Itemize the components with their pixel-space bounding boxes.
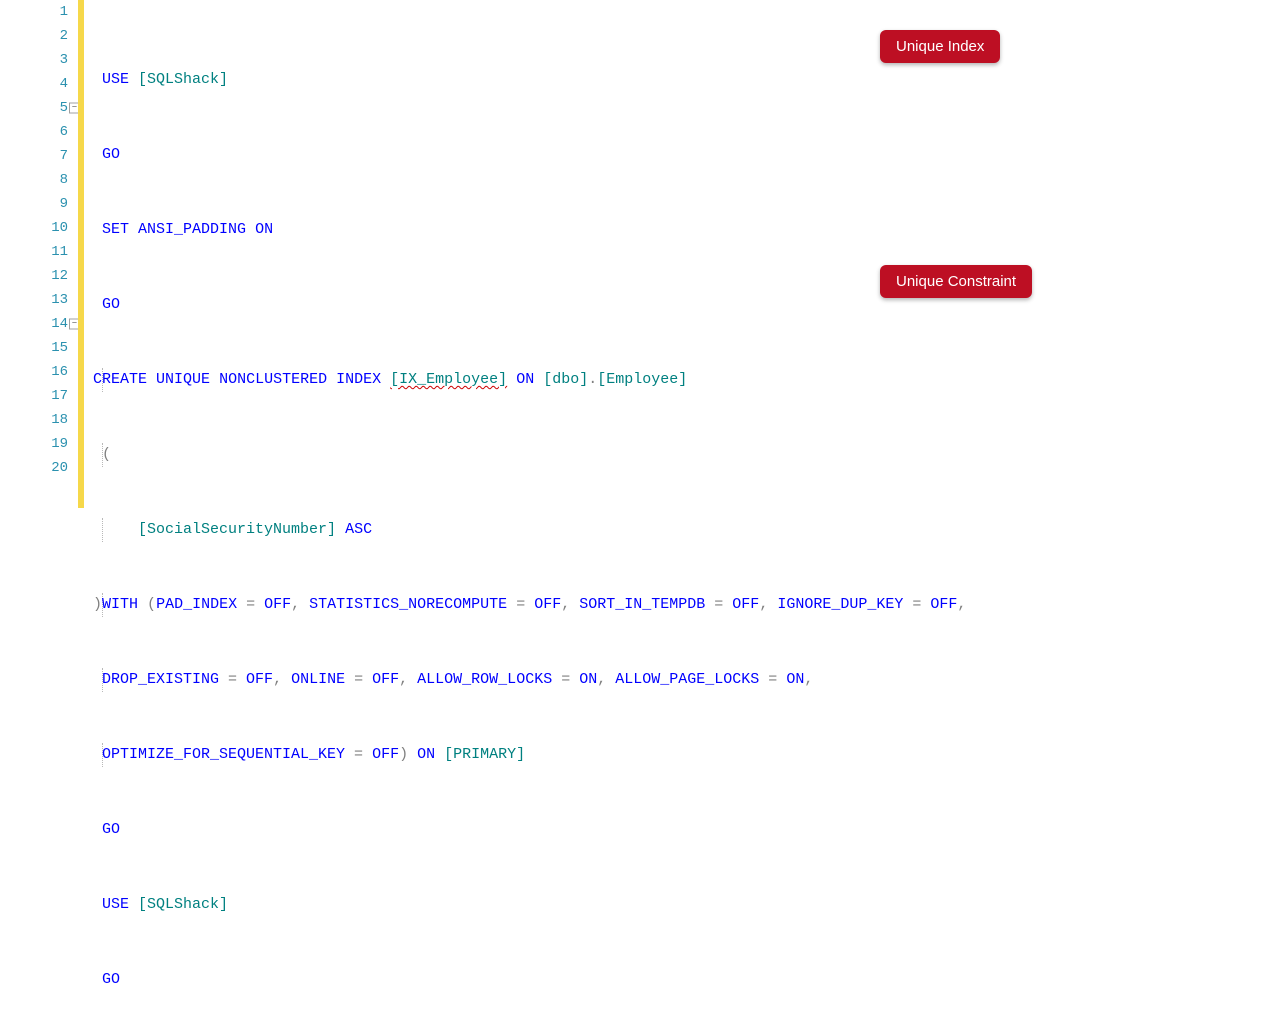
- code-line[interactable]: GO: [84, 143, 1281, 167]
- line-number: 9: [60, 196, 68, 212]
- line-number: 16: [51, 364, 68, 380]
- code-area[interactable]: USE [SQLShack] GO SET ANSI_PADDING ON GO…: [84, 0, 1281, 1016]
- line-number: 4: [60, 76, 68, 92]
- keyword: GO: [102, 821, 120, 838]
- callout-label: Unique Index: [896, 38, 984, 55]
- line-number: 5: [60, 100, 68, 116]
- keyword: OFF: [246, 671, 273, 688]
- line-number: 20: [51, 460, 68, 476]
- keyword: ANSI_PADDING: [138, 221, 246, 238]
- line-number: 13: [51, 292, 68, 308]
- keyword: STATISTICS_NORECOMPUTE: [309, 596, 507, 613]
- keyword: ON: [255, 221, 273, 238]
- keyword: ALLOW_PAGE_LOCKS: [615, 671, 759, 688]
- keyword: NONCLUSTERED: [219, 371, 327, 388]
- keyword: GO: [102, 971, 120, 988]
- line-number: 17: [51, 388, 68, 404]
- line-number: 15: [51, 340, 68, 356]
- identifier: [SocialSecurityNumber]: [138, 521, 336, 538]
- keyword: CREATE: [93, 371, 147, 388]
- code-editor[interactable]: 1 2 3 4 5 − 6 7 8 9 10 11 12 13 14 − 15 …: [0, 0, 1281, 508]
- identifier: [SQLShack]: [138, 71, 228, 88]
- line-number: 8: [60, 172, 68, 188]
- line-number: 19: [51, 436, 68, 452]
- keyword: OFF: [732, 596, 759, 613]
- line-number-gutter: 1 2 3 4 5 − 6 7 8 9 10 11 12 13 14 − 15 …: [0, 0, 79, 508]
- code-line[interactable]: GO: [84, 968, 1281, 992]
- code-line[interactable]: (: [84, 443, 1281, 467]
- keyword: ON: [579, 671, 597, 688]
- identifier: [SQLShack]: [138, 896, 228, 913]
- code-line[interactable]: CREATE UNIQUE NONCLUSTERED INDEX [IX_Emp…: [84, 368, 1281, 392]
- keyword: ASC: [345, 521, 372, 538]
- code-line[interactable]: SET ANSI_PADDING ON: [84, 218, 1281, 242]
- line-number: 3: [60, 52, 68, 68]
- line-number: 10: [51, 220, 68, 236]
- identifier: [Employee]: [597, 371, 687, 388]
- callout-unique-index: Unique Index: [880, 30, 1000, 63]
- keyword: USE: [102, 71, 129, 88]
- callout-label: Unique Constraint: [896, 273, 1016, 290]
- keyword: OFF: [372, 746, 399, 763]
- keyword: ON: [417, 746, 435, 763]
- keyword: OFF: [372, 671, 399, 688]
- keyword: UNIQUE: [156, 371, 210, 388]
- keyword: OFF: [930, 596, 957, 613]
- keyword: DROP_EXISTING: [102, 671, 219, 688]
- code-line[interactable]: GO: [84, 818, 1281, 842]
- identifier: [PRIMARY]: [444, 746, 525, 763]
- code-line[interactable]: [SocialSecurityNumber] ASC: [84, 518, 1281, 542]
- keyword: USE: [102, 896, 129, 913]
- keyword: INDEX: [336, 371, 381, 388]
- line-number: 12: [51, 268, 68, 284]
- paren: ): [93, 596, 102, 613]
- code-line[interactable]: OPTIMIZE_FOR_SEQUENTIAL_KEY = OFF) ON [P…: [84, 743, 1281, 767]
- keyword: IGNORE_DUP_KEY: [777, 596, 903, 613]
- keyword: SORT_IN_TEMPDB: [579, 596, 705, 613]
- line-number: 7: [60, 148, 68, 164]
- keyword: SET: [102, 221, 129, 238]
- keyword: PAD_INDEX: [156, 596, 237, 613]
- keyword: ON: [786, 671, 804, 688]
- line-number: 18: [51, 412, 68, 428]
- line-number: 1: [60, 4, 68, 20]
- line-number: 14: [51, 316, 68, 332]
- identifier: [dbo]: [543, 371, 588, 388]
- keyword: ON: [516, 371, 534, 388]
- keyword: WITH: [102, 596, 138, 613]
- keyword: GO: [102, 146, 120, 163]
- keyword: ALLOW_ROW_LOCKS: [417, 671, 552, 688]
- identifier: [IX_Employee]: [390, 371, 507, 388]
- code-line[interactable]: USE [SQLShack]: [84, 68, 1281, 92]
- code-line[interactable]: USE [SQLShack]: [84, 893, 1281, 917]
- keyword: OPTIMIZE_FOR_SEQUENTIAL_KEY: [102, 746, 345, 763]
- line-number: 6: [60, 124, 68, 140]
- keyword: ONLINE: [291, 671, 345, 688]
- paren: (: [102, 446, 111, 463]
- code-line[interactable]: GO: [84, 293, 1281, 317]
- line-number: 2: [60, 28, 68, 44]
- keyword: GO: [102, 296, 120, 313]
- keyword: OFF: [534, 596, 561, 613]
- callout-unique-constraint: Unique Constraint: [880, 265, 1032, 298]
- code-line[interactable]: )WITH (PAD_INDEX = OFF, STATISTICS_NOREC…: [84, 593, 1281, 617]
- line-number: 11: [51, 244, 68, 260]
- keyword: OFF: [264, 596, 291, 613]
- code-line[interactable]: DROP_EXISTING = OFF, ONLINE = OFF, ALLOW…: [84, 668, 1281, 692]
